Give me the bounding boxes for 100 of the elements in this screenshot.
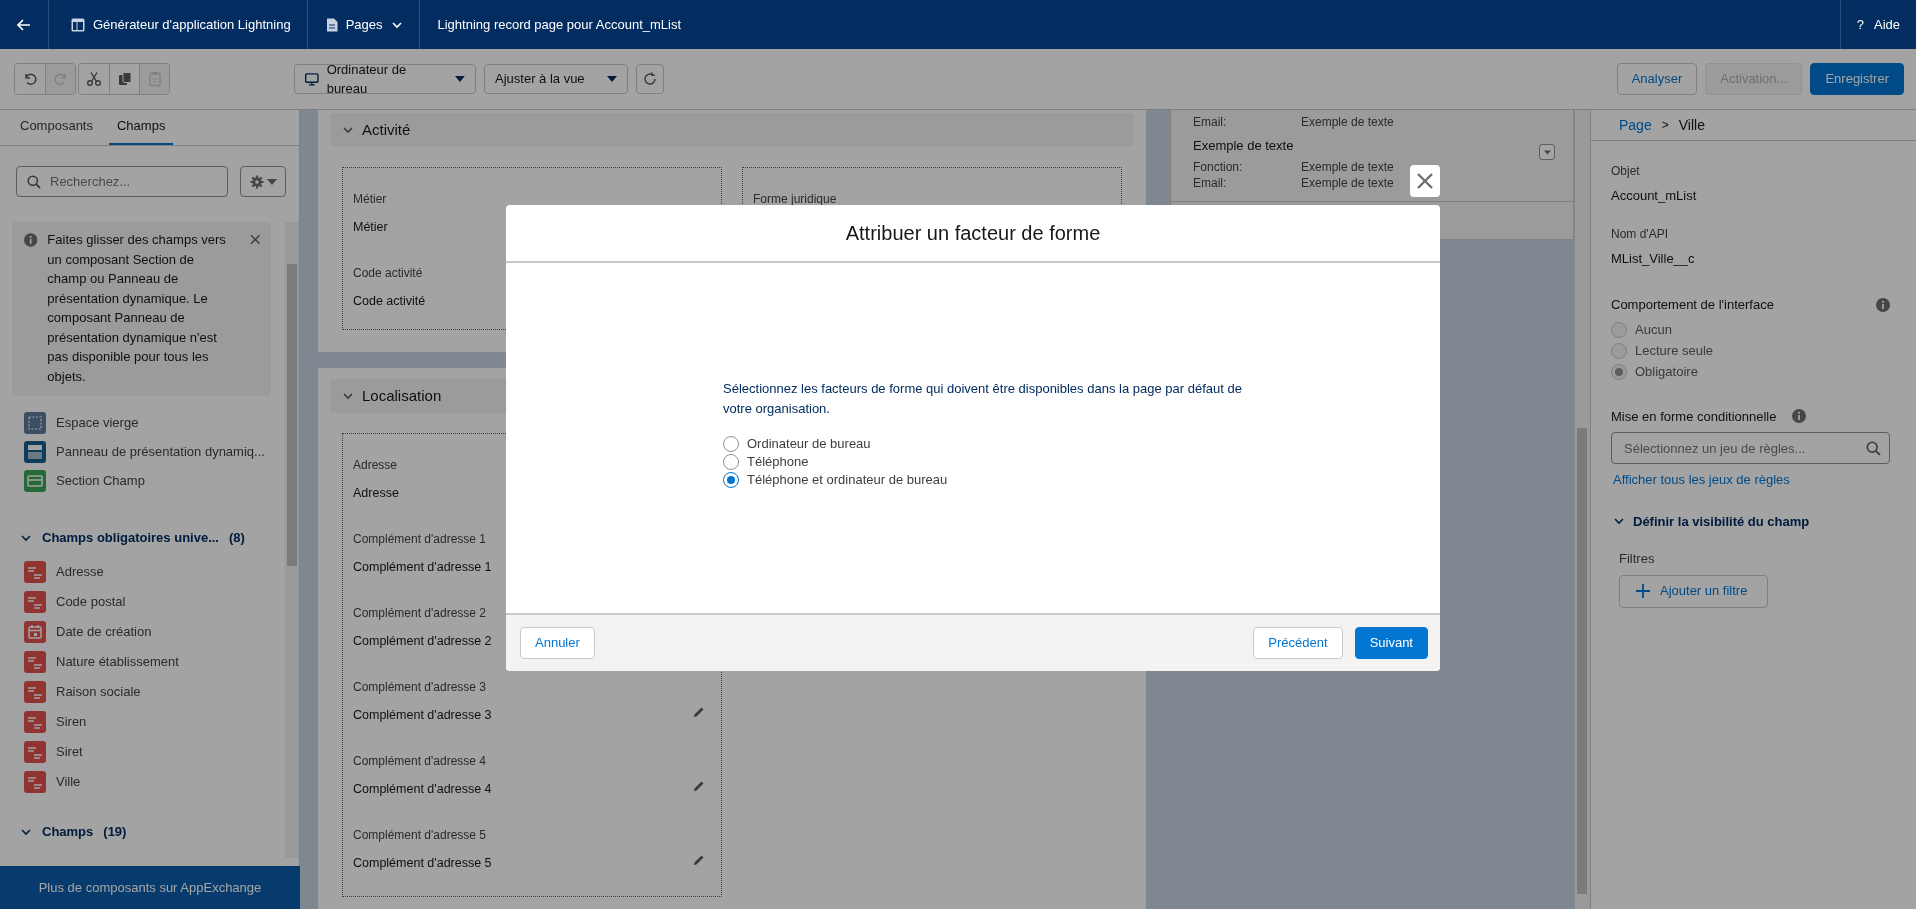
property-label: Mise en forme conditionnelle [1611, 407, 1777, 426]
rule-set-search-field[interactable]: Sélectionnez un jeu de règles... [1611, 432, 1890, 464]
field-value: Complément d'adresse 5 [353, 855, 492, 872]
section-header[interactable]: Activité [330, 113, 1134, 147]
field-label: Complément d'adresse 4 [353, 753, 488, 770]
scrollbar-thumb[interactable] [287, 264, 297, 566]
caret-icon [455, 76, 465, 82]
property-label: Nom d'API [1611, 225, 1669, 243]
field-value: Code activité [353, 293, 426, 310]
radio-label: Lecture seule [1635, 342, 1714, 361]
pages-menu[interactable]: Pages [307, 0, 419, 49]
group-title[interactable]: Champs [42, 822, 94, 842]
field-label: Métier [353, 191, 388, 208]
field-item[interactable]: Siret [56, 742, 83, 762]
undo-icon [22, 71, 38, 87]
field-label: Complément d'adresse 2 [353, 605, 488, 622]
radio-label: Aucun [1635, 321, 1672, 340]
field-item[interactable]: Date de création [56, 622, 152, 642]
settings-icon [249, 174, 264, 189]
redo-icon [52, 71, 69, 87]
field-label: Complément d'adresse 1 [353, 531, 488, 548]
section-title[interactable]: Définir la visibilité du champ [1633, 511, 1810, 531]
radio-button[interactable] [723, 436, 739, 452]
radio-label: Téléphone [747, 453, 809, 472]
row-actions-button[interactable] [1539, 144, 1555, 160]
field-item[interactable]: Code postal [56, 592, 126, 612]
settings-button[interactable] [240, 166, 286, 197]
modal-button[interactable]: Suivant [1354, 627, 1428, 659]
scrollbar[interactable] [285, 222, 299, 858]
panel-icon [24, 440, 46, 463]
record-field-value: Exemple de texte [1301, 174, 1394, 191]
text-field-icon [24, 741, 46, 763]
radio-button[interactable] [723, 454, 739, 470]
text-field-icon [24, 681, 46, 703]
back-arrow-icon [16, 16, 32, 33]
close-icon [250, 234, 261, 245]
field-item[interactable]: Siren [56, 712, 87, 732]
breadcrumb-item[interactable]: Page [1619, 114, 1652, 136]
add-filter-button[interactable]: Ajouter un filtre [1619, 574, 1769, 608]
search-icon [27, 175, 41, 189]
scrollbar-thumb[interactable] [1577, 428, 1587, 894]
panel-tab[interactable]: Champs [109, 109, 174, 145]
zoom-dropdown[interactable]: Ajuster à la vue [484, 64, 628, 94]
page-title: Lightning record page pour Account_mList [436, 15, 682, 34]
radio-label: Ordinateur de bureau [747, 435, 871, 454]
dotted-square-icon [24, 411, 46, 434]
close-button[interactable] [1410, 165, 1440, 197]
field-label: Code activité [353, 265, 424, 282]
calendar-icon [24, 621, 46, 643]
field-item[interactable]: Ville [56, 772, 81, 792]
rule-sets-link[interactable]: Afficher tous les jeux de règles [1613, 470, 1790, 490]
text-field-icon [24, 651, 46, 673]
field-item[interactable]: Raison sociale [56, 682, 141, 702]
record-field-label: Fonction: [1193, 158, 1244, 175]
property-label: Comportement de l'interface [1611, 296, 1774, 314]
field-item[interactable]: Adresse [56, 562, 104, 582]
panel-tab[interactable]: Composants [12, 109, 101, 145]
property-label: Filtres [1619, 550, 1656, 568]
search-icon [1866, 441, 1881, 456]
modal-button[interactable]: Annuler [520, 627, 595, 659]
toolbar-button[interactable]: Analyser [1616, 63, 1698, 95]
refresh-icon [643, 72, 657, 86]
component-item[interactable]: Panneau de présentation dynamiq... [56, 441, 265, 462]
field-label: Adresse [353, 457, 399, 474]
radio-label: Téléphone et ordinateur de bureau [747, 471, 948, 490]
scrollbar[interactable] [1575, 110, 1590, 909]
monitor-icon [305, 72, 319, 86]
refresh-button[interactable] [636, 64, 664, 94]
info-icon [1876, 297, 1890, 312]
scissors-icon [86, 71, 102, 87]
field-label: Complément d'adresse 3 [353, 679, 488, 696]
property-value: Account_mList [1611, 187, 1698, 205]
breadcrumb-separator: > [1661, 117, 1669, 134]
group-count: (19) [103, 823, 127, 842]
group-title[interactable]: Champs obligatoires unive... [42, 528, 219, 548]
record-title[interactable]: Exemple de texte [1193, 136, 1573, 156]
component-item[interactable]: Espace vierge [56, 412, 139, 433]
text-field-icon [24, 711, 46, 733]
field-value: Complément d'adresse 2 [353, 633, 492, 650]
toolbar-button[interactable]: Enregistrer [1810, 63, 1904, 95]
help-button[interactable]: ? Aide [1840, 0, 1916, 49]
field-value: Complément d'adresse 3 [353, 707, 492, 724]
search-field[interactable]: Recherchez... [16, 166, 228, 197]
field-value: Adresse [353, 485, 399, 502]
modal-button[interactable]: Précédent [1253, 627, 1343, 659]
appexchange-button[interactable]: Plus de composants sur AppExchange [0, 866, 300, 909]
field-value: Métier [353, 219, 388, 236]
record-field-label: Email: [1193, 114, 1228, 130]
component-item[interactable]: Section Champ [56, 470, 145, 491]
caret-icon [266, 178, 277, 185]
field-item[interactable]: Nature établissement [56, 652, 179, 672]
property-value: MList_Ville__c [1611, 249, 1696, 268]
field-label: Forme juridique [753, 191, 838, 208]
text-field-icon [24, 771, 46, 793]
info-message: Faites glisser des champs vers un composant Section de champ ou Panneau de présentation dynamique. Le composant Panneau de présentation dynamique n'est pas disponible pour tous les objets. [47, 231, 227, 386]
radio-button[interactable] [723, 472, 739, 488]
device-dropdown[interactable]: Ordinateur de bureau [294, 64, 476, 94]
record-field-value: Exemple de texte [1301, 114, 1394, 130]
section-title: Activité [362, 119, 411, 140]
section-icon [24, 469, 46, 492]
